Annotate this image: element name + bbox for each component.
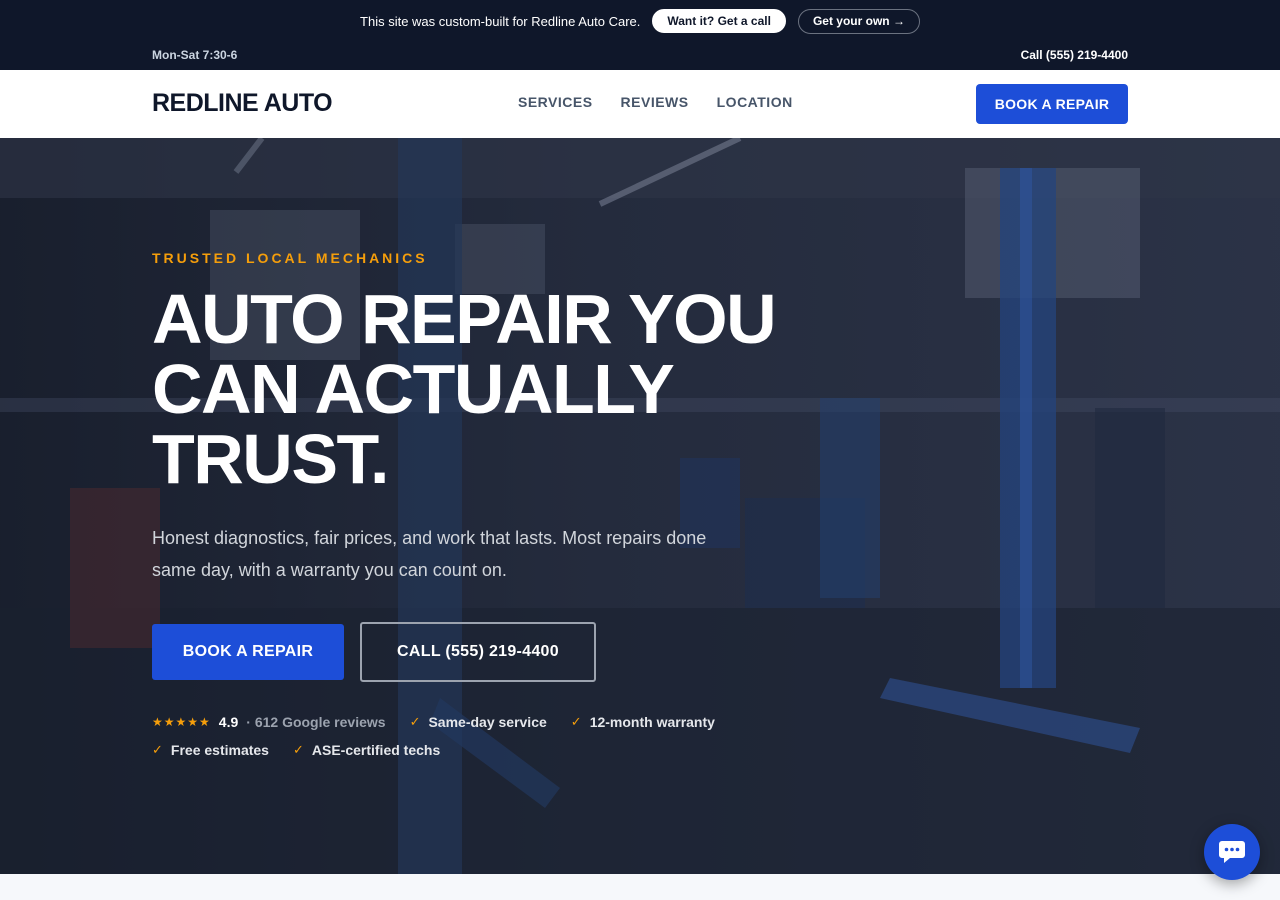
hero-book-repair-button[interactable]: BOOK A REPAIR: [152, 624, 344, 680]
check-icon: ✓: [570, 714, 582, 729]
nav-services[interactable]: SERVICES: [518, 94, 593, 110]
badge-label: Same-day service: [428, 714, 547, 730]
business-hours: Mon-Sat 7:30-6: [152, 48, 238, 62]
badge-ase-certified: ✓ ASE-certified techs: [293, 742, 440, 758]
rating-score: 4.9: [218, 714, 239, 730]
badge-label: 12-month warranty: [589, 714, 715, 730]
promo-text: This site was custom-built for Redline A…: [360, 13, 641, 29]
header-book-repair-button[interactable]: BOOK A REPAIR: [976, 84, 1128, 124]
site-logo[interactable]: REDLINE AUTO: [152, 89, 333, 118]
utility-call-link[interactable]: Call (555) 219-4400: [1021, 48, 1128, 62]
badge-same-day: ✓ Same-day service: [410, 714, 547, 730]
badge-label: Free estimates: [170, 742, 269, 758]
check-icon: ✓: [292, 742, 304, 757]
main-nav: SERVICES REVIEWS LOCATION: [518, 94, 793, 110]
trust-row-2: ✓ Free estimates ✓ ASE-certified techs: [152, 742, 440, 758]
garage-background-image: [0, 138, 1280, 874]
check-icon: ✓: [409, 714, 421, 729]
hero-section: TRUSTED LOCAL MECHANICS AUTO REPAIR YOU …: [0, 138, 1280, 874]
trust-row-1: ★★★★★ 4.9 · 612 Google reviews ✓ Same-da…: [152, 714, 715, 730]
hero-call-button[interactable]: CALL (555) 219-4400: [360, 622, 596, 682]
star-rating-icon: ★★★★★: [152, 715, 211, 729]
badge-warranty: ✓ 12-month warranty: [571, 714, 715, 730]
hero-subhead: Honest diagnostics, fair prices, and wor…: [152, 528, 707, 580]
hero-eyebrow: TRUSTED LOCAL MECHANICS: [152, 250, 428, 266]
hero-headline: AUTO REPAIR YOU CAN ACTUALLY TRUST.: [152, 284, 852, 494]
get-a-call-button[interactable]: Want it? Get a call: [652, 9, 786, 33]
badge-free-estimates: ✓ Free estimates: [152, 742, 269, 758]
nav-location[interactable]: LOCATION: [717, 94, 793, 110]
check-icon: ✓: [152, 742, 163, 757]
badge-label: ASE-certified techs: [311, 742, 441, 758]
review-count: · 612 Google reviews: [246, 714, 386, 730]
headline-line-1: AUTO REPAIR YOU: [152, 280, 777, 358]
chat-bubble-icon: [1219, 841, 1245, 863]
get-your-own-button[interactable]: Get your own →: [797, 8, 920, 34]
headline-line-2: CAN ACTUALLY: [152, 350, 675, 428]
site-header: REDLINE AUTO SERVICES REVIEWS LOCATION B…: [0, 70, 1280, 138]
headline-line-3: TRUST.: [152, 420, 390, 498]
nav-reviews[interactable]: REVIEWS: [621, 94, 689, 110]
next-section-edge: [0, 874, 1280, 900]
google-rating[interactable]: ★★★★★ 4.9 · 612 Google reviews: [152, 714, 386, 730]
utility-bar: Mon-Sat 7:30-6 Call (555) 219-4400: [0, 42, 1280, 70]
chat-launcher-button[interactable]: [1204, 824, 1260, 880]
promo-bar: This site was custom-built for Redline A…: [0, 0, 1280, 42]
